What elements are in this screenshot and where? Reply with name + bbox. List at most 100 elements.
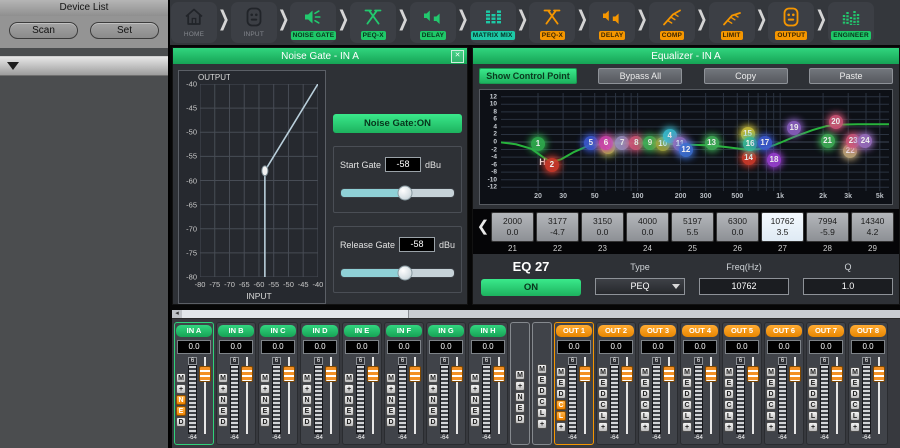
strip-in-g-value[interactable]: 0.0: [429, 340, 463, 354]
strip-in-f-value[interactable]: 0.0: [387, 340, 421, 354]
strip-out-3-fader-handle[interactable]: [663, 366, 675, 382]
strip-out-5-button-l[interactable]: L: [724, 411, 734, 421]
strip-in-e-fader[interactable]: [367, 357, 380, 442]
start-gate-slider-thumb[interactable]: [398, 186, 413, 201]
strip-in-c-fader[interactable]: [283, 357, 296, 442]
strip-out-6-button-c[interactable]: C: [766, 400, 776, 410]
toolbar-item-delay[interactable]: DELAY: [410, 2, 456, 43]
strip-out-5-button-plus[interactable]: +: [724, 422, 734, 432]
toolbar-item-limit[interactable]: LIMIT: [709, 2, 755, 43]
strip-out-4[interactable]: OUT 40.0MEDCL+6-64: [680, 322, 720, 445]
toolbar-item-peq-x[interactable]: PEQ-X: [350, 2, 396, 43]
eq-control-point-21[interactable]: 21: [821, 134, 835, 148]
strip-out-4-button-plus[interactable]: +: [682, 422, 692, 432]
strip-in-g-button-n[interactable]: N: [428, 395, 438, 405]
strip-out-7-button-e[interactable]: E: [808, 378, 818, 388]
strip-out-8-fader-handle[interactable]: [873, 366, 885, 382]
strip-out-8-value[interactable]: 0.0: [851, 340, 885, 354]
strip-in-h-fader[interactable]: [493, 357, 506, 442]
strip-out-6-button-m[interactable]: M: [766, 367, 776, 377]
eq-control-point-24[interactable]: 24: [858, 134, 872, 148]
strip-in-b-fader-handle[interactable]: [241, 366, 253, 382]
strip-out-7-button-d[interactable]: D: [808, 389, 818, 399]
strip-out-4-fader-handle[interactable]: [705, 366, 717, 382]
toolbar-item-peq-x[interactable]: PEQ-X: [529, 2, 575, 43]
eq-band-button-27[interactable]: 107623.5: [761, 212, 804, 242]
strip-out-2-button-e[interactable]: E: [598, 378, 608, 388]
master-in-button-plus[interactable]: +: [515, 381, 525, 391]
paste-button[interactable]: Paste: [809, 68, 893, 84]
strip-out-1-button-e[interactable]: E: [556, 378, 566, 388]
strip-in-h[interactable]: IN H0.0M+NED6-64: [468, 322, 508, 445]
eq-band-button-26[interactable]: 63000.0: [716, 212, 759, 242]
strip-in-d-fader-handle[interactable]: [325, 366, 337, 382]
eq-control-point-13[interactable]: 13: [705, 136, 719, 150]
strip-in-e-button-m[interactable]: M: [344, 373, 354, 383]
strip-out-1-button-d[interactable]: D: [556, 389, 566, 399]
strip-in-c-button-d[interactable]: D: [260, 417, 270, 427]
strip-in-h-button-m[interactable]: M: [470, 373, 480, 383]
eq-band-button-22[interactable]: 3177-4.7: [536, 212, 579, 242]
strip-out-3-button-l[interactable]: L: [640, 411, 650, 421]
strip-out-8-button-plus[interactable]: +: [850, 422, 860, 432]
eq-control-point-16[interactable]: 16: [743, 137, 757, 151]
strip-out-4-value[interactable]: 0.0: [683, 340, 717, 354]
toolbar-item-home[interactable]: HOME: [171, 2, 217, 43]
strip-in-e-fader-handle[interactable]: [367, 366, 379, 382]
strip-out-4-button-d[interactable]: D: [682, 389, 692, 399]
master-in-button-n[interactable]: N: [515, 392, 525, 402]
strip-in-g-button-m[interactable]: M: [428, 373, 438, 383]
strip-in-d-button-d[interactable]: D: [302, 417, 312, 427]
strip-in-g-button-e[interactable]: E: [428, 406, 438, 416]
strip-out-5-button-e[interactable]: E: [724, 378, 734, 388]
strip-in-d-value[interactable]: 0.0: [303, 340, 337, 354]
strip-out-8-button-c[interactable]: C: [850, 400, 860, 410]
master-in-button-d[interactable]: D: [515, 414, 525, 424]
master-out-button-d[interactable]: D: [537, 386, 547, 396]
strip-in-b-button-d[interactable]: D: [218, 417, 228, 427]
master-in-button-e[interactable]: E: [515, 403, 525, 413]
strip-out-7-fader[interactable]: [831, 357, 844, 442]
strip-in-g-button-d[interactable]: D: [428, 417, 438, 427]
strip-in-b-button-m[interactable]: M: [218, 373, 228, 383]
strip-in-e-button-e[interactable]: E: [344, 406, 354, 416]
strip-in-c-button-e[interactable]: E: [260, 406, 270, 416]
eq-band-button-28[interactable]: 7994-5.9: [806, 212, 849, 242]
master-output-strip[interactable]: MEDCL+: [532, 322, 552, 445]
master-out-button-c[interactable]: C: [537, 397, 547, 407]
strip-in-d-fader[interactable]: [325, 357, 338, 442]
strip-in-d-button-e[interactable]: E: [302, 406, 312, 416]
copy-button[interactable]: Copy: [704, 68, 788, 84]
strip-out-2-button-l[interactable]: L: [598, 411, 608, 421]
band-scroll-left-icon[interactable]: ❮: [475, 212, 491, 242]
strip-in-a-button-e[interactable]: E: [176, 406, 186, 416]
strip-out-1[interactable]: OUT 10.0MEDCL+6-64: [554, 322, 594, 445]
strip-in-f-button-plus[interactable]: +: [386, 384, 396, 394]
strip-in-a-button-d[interactable]: D: [176, 417, 186, 427]
toolbar-item-noise-gate[interactable]: NOISE GATE: [290, 2, 336, 43]
strip-out-3-fader[interactable]: [663, 357, 676, 442]
eq-band-button-23[interactable]: 31500.0: [581, 212, 624, 242]
strip-out-7-fader-handle[interactable]: [831, 366, 843, 382]
strip-out-6-button-d[interactable]: D: [766, 389, 776, 399]
strip-out-5-button-d[interactable]: D: [724, 389, 734, 399]
strip-in-a-fader-handle[interactable]: [199, 366, 211, 382]
equalizer-plot[interactable]: 1H25367891041112131514161718192120222324: [501, 93, 889, 191]
start-gate-value[interactable]: -58: [385, 157, 421, 172]
close-icon[interactable]: ✕: [451, 50, 464, 63]
eq-on-button[interactable]: ON: [481, 279, 581, 296]
strip-out-3-button-plus[interactable]: +: [640, 422, 650, 432]
strip-out-2-value[interactable]: 0.0: [599, 340, 633, 354]
strip-in-c-button-plus[interactable]: +: [260, 384, 270, 394]
strip-out-6-fader-handle[interactable]: [789, 366, 801, 382]
strip-in-b-value[interactable]: 0.0: [219, 340, 253, 354]
eq-control-point-19[interactable]: 19: [787, 121, 801, 135]
toolbar-item-input[interactable]: INPUT: [231, 2, 277, 43]
toolbar-item-matrix-mix[interactable]: MATRIX MIX: [470, 2, 516, 43]
strip-out-8-button-e[interactable]: E: [850, 378, 860, 388]
strip-out-7-button-m[interactable]: M: [808, 367, 818, 377]
strip-in-c[interactable]: IN C0.0M+NED6-64: [258, 322, 298, 445]
strip-in-e-button-plus[interactable]: +: [344, 384, 354, 394]
strip-in-b-button-plus[interactable]: +: [218, 384, 228, 394]
strip-in-f-fader[interactable]: [409, 357, 422, 442]
